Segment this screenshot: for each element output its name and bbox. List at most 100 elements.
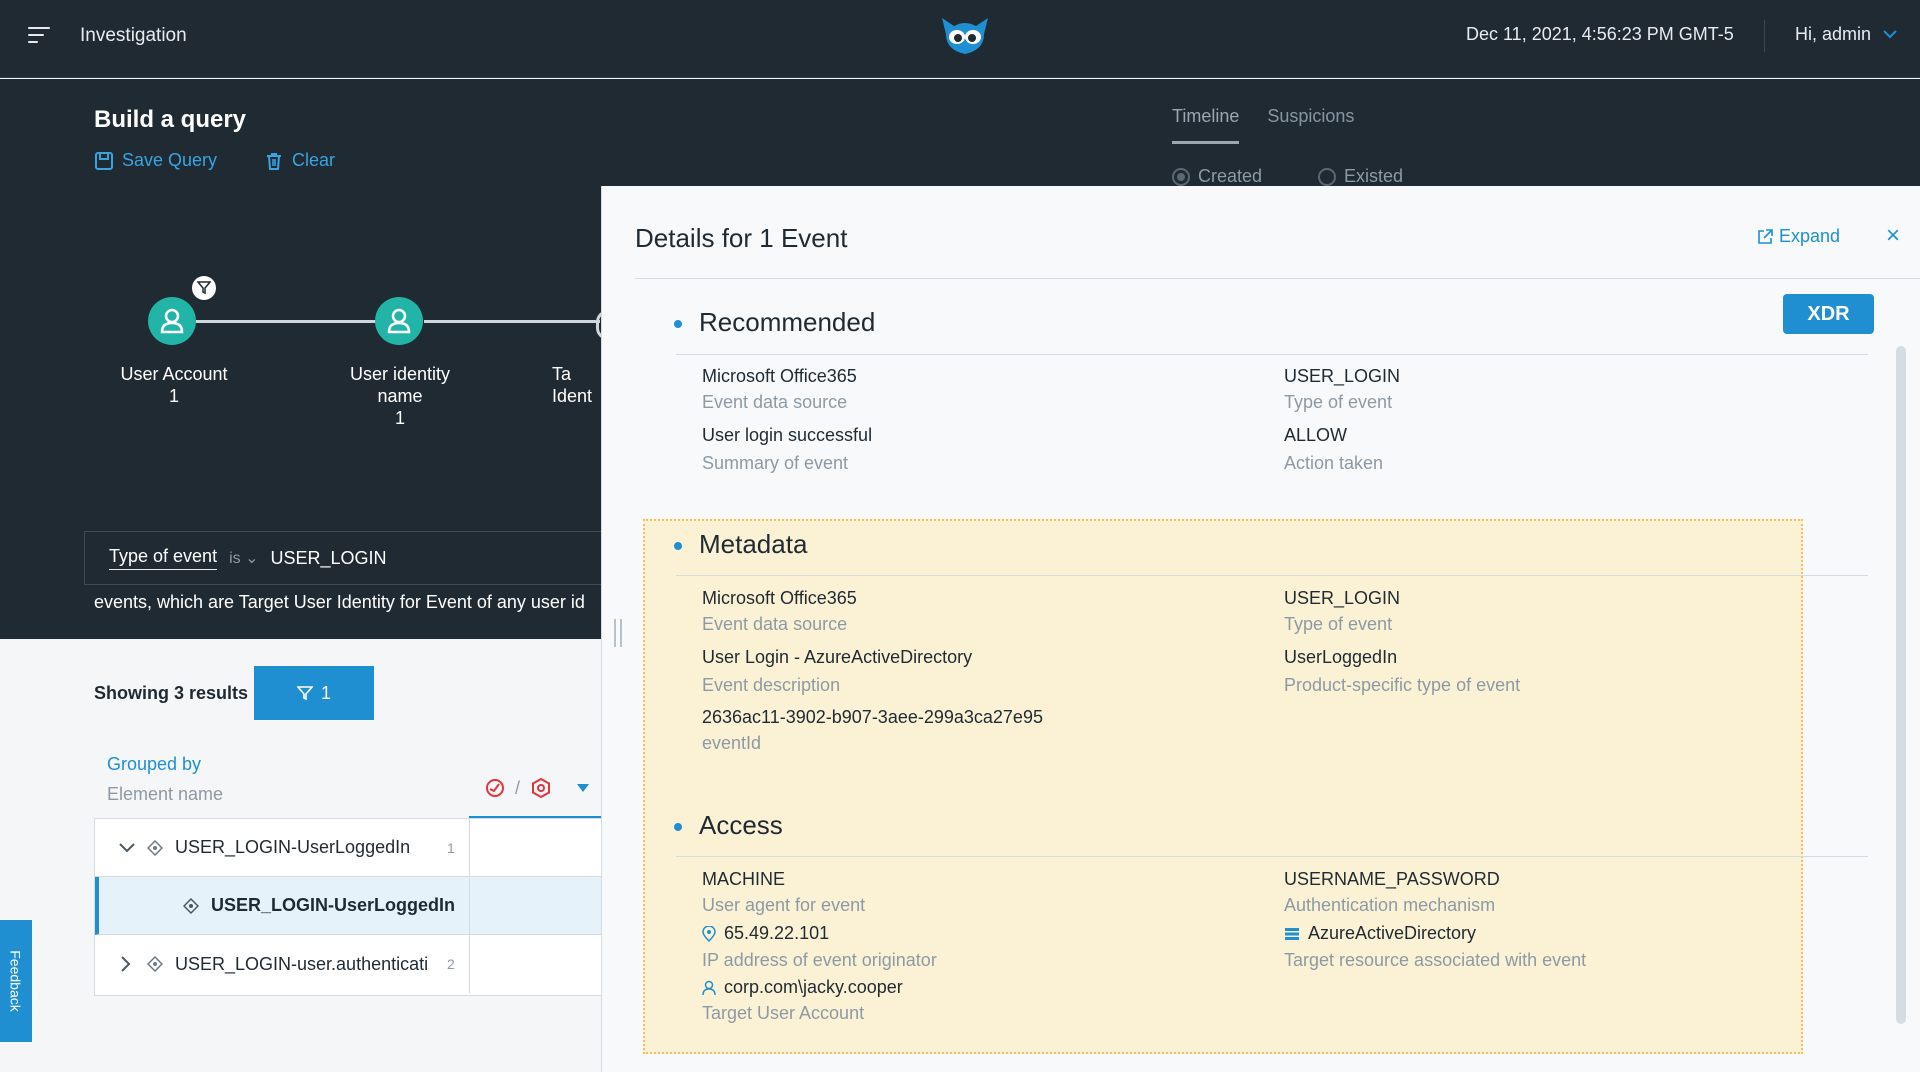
section-bullet [674,320,682,328]
panel-resize-handle[interactable] [614,619,622,647]
field-value: User login successful [702,425,873,445]
chevron-right-icon[interactable] [121,956,131,972]
radio-created-label: Created [1198,166,1263,186]
user-greeting: Hi, admin [1795,24,1872,44]
field-label: Summary of event [702,453,849,473]
tab-timeline[interactable]: Timeline [1172,106,1240,144]
field-label: Product-specific type of event [1284,675,1521,695]
field-value: Microsoft Office365 [702,366,857,386]
filter-value[interactable]: USER_LOGIN [271,548,387,569]
filter-count-button[interactable]: 1 [254,666,374,720]
section-title-access: Access [699,810,783,840]
top-bar: Investigation Dec 11, 2021, 4:56:23 PM G… [0,0,1920,78]
results-tree: USER_LOGIN-UserLoggedIn 1 USER_LOGIN-Use… [94,818,602,996]
divider [635,278,1920,279]
node-user-account[interactable] [148,297,196,345]
tree-row-label: USER_LOGIN-UserLoggedIn [211,895,456,915]
tree-row-label: USER_LOGIN-user.authenticati [175,953,429,974]
malop-icon[interactable] [485,778,505,798]
divider [676,354,1868,355]
clear-button[interactable]: Clear [264,150,335,171]
current-datetime: Dec 11, 2021, 4:56:23 PM GMT-5 [1466,24,1734,44]
suspicion-icon[interactable] [530,777,552,799]
slash-separator: / [515,777,521,798]
field-label: Authentication mechanism [1284,895,1496,915]
group-icons: / [485,777,590,799]
owl-logo-icon [942,18,988,54]
filter-icon [197,281,211,295]
field-value: UserLoggedIn [1284,647,1398,667]
field-value: 2636ac11-3902-b907-3aee-299a3ca27e95 [702,707,1043,727]
field-label: User agent for event [702,895,866,915]
field-label: Type of event [1284,614,1393,634]
xdr-button[interactable]: XDR [1783,294,1874,334]
menu-icon[interactable] [28,25,50,45]
node-label: Ta Ident [552,364,593,406]
field-label: Action taken [1284,453,1384,473]
element-name-header: Element name [107,784,224,804]
section-title-metadata: Metadata [699,529,808,559]
field-label: eventId [702,733,762,753]
element-icon [183,897,199,914]
node-user-identity[interactable] [375,297,423,345]
details-title: Details for 1 Event [635,223,848,253]
field-value: Microsoft Office365 [702,588,857,608]
save-query-button[interactable]: Save Query [94,150,217,171]
field-value: User Login - AzureActiveDirectory [702,647,973,667]
tree-row[interactable]: USER_LOGIN-user.authenticati 2 [95,935,601,993]
node-connector [424,320,600,323]
user-icon [387,308,411,334]
field-value: USER_LOGIN [1284,588,1401,608]
tree-row-label: USER_LOGIN-UserLoggedIn [175,837,411,857]
clear-label: Clear [292,150,336,170]
grouped-by-link[interactable]: Grouped by [107,754,201,775]
filter-badge[interactable] [192,276,216,300]
field-label: Event data source [702,392,848,412]
field-value: USER_LOGIN [1284,366,1401,386]
filter-icon [296,686,313,701]
filter-key[interactable]: Type of event [109,546,218,570]
tree-row[interactable]: USER_LOGIN-UserLoggedIn 1 [95,819,601,877]
query-description: events, which are Target User Identity f… [94,592,585,612]
field-label: Target User Account [702,1003,865,1023]
node-connector [196,320,376,323]
tab-suspicions[interactable]: Suspicions [1267,106,1354,144]
external-link-icon [1758,228,1773,244]
query-filter[interactable]: Type of event is ⌄ USER_LOGIN [84,531,604,585]
field-value: USERNAME_PASSWORD [1284,869,1500,889]
trash-icon [267,152,281,170]
expand-button[interactable]: Expand [1757,226,1840,247]
target-resource-link[interactable]: AzureActiveDirectory [1284,923,1476,944]
section-bullet [674,542,682,550]
close-button[interactable]: × [1886,222,1900,250]
divider [1764,20,1765,52]
page-title: Build a query [94,106,247,133]
tree-row-count: 1 [447,839,455,856]
results-count: Showing 3 results [94,683,249,703]
radio-existed-indicator [1318,167,1336,186]
list-icon [1285,927,1299,940]
tree-row-count: 2 [447,956,455,972]
caret-down-icon[interactable] [576,783,590,793]
field-value: MACHINE [702,869,786,889]
radio-created[interactable]: Created [1172,166,1262,187]
target-user-link[interactable]: corp.com\jacky.cooper [702,977,903,998]
radio-created-indicator [1172,167,1190,186]
filter-operator[interactable]: is ⌄ [229,548,258,568]
element-icon [147,839,163,856]
ip-address-link[interactable]: 65.49.22.101 [702,923,829,944]
radio-existed[interactable]: Existed [1318,166,1403,187]
field-label: IP address of event originator [702,950,937,970]
feedback-tab[interactable]: Feedback [0,920,32,1042]
user-menu[interactable]: Hi, admin [1795,24,1897,45]
save-icon [95,151,113,170]
field-label: Event description [702,675,841,695]
section-bullet [674,823,682,831]
tree-row-selected[interactable]: USER_LOGIN-UserLoggedIn [95,877,601,935]
field-label: Type of event [1284,392,1393,412]
chevron-down-icon[interactable] [119,842,135,853]
user-icon [702,980,716,995]
location-pin-icon [702,925,716,942]
panel-scrollbar[interactable] [1896,346,1906,1024]
view-tabs: Timeline Suspicions [1172,106,1382,144]
